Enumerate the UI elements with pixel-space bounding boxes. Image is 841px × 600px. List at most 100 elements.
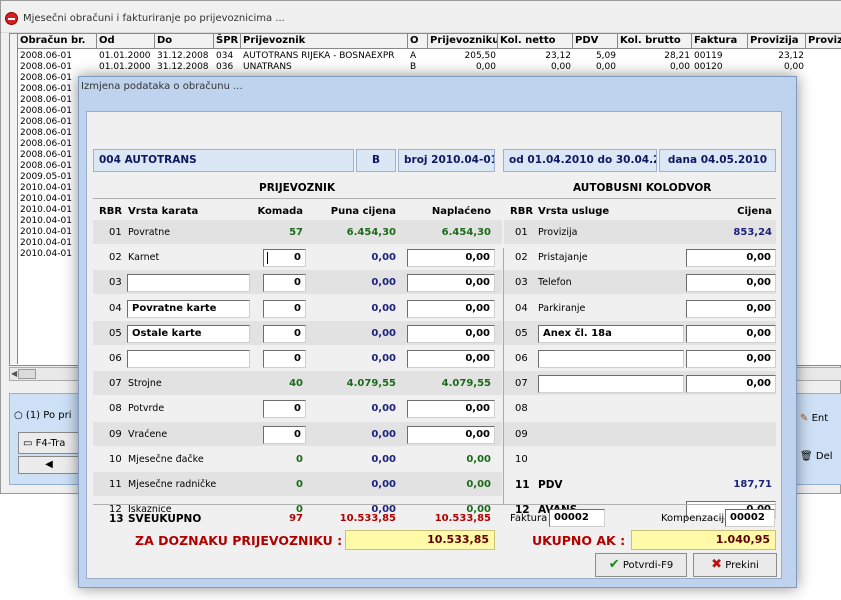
price-input[interactable]: 0,00 (686, 299, 776, 318)
service-type-input[interactable]: Anex čl. 18a (538, 324, 684, 343)
background-window-title: Mjesečni obračuni i fakturiranje po prij… (23, 13, 285, 24)
charged-input[interactable]: 0,00 (407, 299, 495, 318)
quantity-input[interactable]: 0 (263, 400, 306, 419)
table-cell: UNATRANS (243, 62, 292, 72)
scroll-left-icon[interactable]: ◀ (11, 369, 17, 378)
grid-header-2[interactable]: Do (155, 34, 214, 49)
charged-value: 6.454,30 (441, 227, 491, 238)
full-price-value: 0,00 (371, 479, 396, 490)
price-input[interactable]: 0,00 (686, 274, 776, 293)
grid-header-3[interactable]: ŠPR (214, 34, 241, 49)
cancel-button[interactable]: ✖ Prekini (693, 553, 777, 577)
enter-button[interactable]: ✎ Ent (800, 408, 841, 430)
app-icon (5, 12, 18, 25)
f4-button[interactable]: ▭ F4-Tra (18, 432, 80, 454)
quantity-value: 0 (296, 453, 303, 465)
ticket-type-label: Mjesečne radničke (128, 479, 217, 490)
quantity-input[interactable]: 0 (263, 274, 306, 293)
charged-input[interactable]: 0,00 (407, 400, 495, 419)
checkmark-icon: ✔ (608, 557, 620, 572)
quantity-value: 0 (296, 479, 303, 490)
table-row[interactable]: 2008.06-01 01.01.2000 31.12.2008 036 UNATRAN… (10, 62, 841, 73)
grid-header-1[interactable]: Od (97, 34, 155, 49)
ticket-type-input[interactable]: Ostale karte (127, 324, 250, 343)
text-caret (267, 252, 268, 265)
quantity-input[interactable]: 0 (263, 350, 306, 368)
charged-input[interactable]: 0,00 (407, 249, 495, 268)
grid-header-6[interactable]: Prijevozniku (428, 34, 498, 49)
grid-header-8[interactable]: PDV (573, 34, 618, 49)
grid-header-5[interactable]: O (408, 34, 428, 49)
table-cell: 23,12 (778, 51, 804, 61)
quantity-input[interactable]: 0 (263, 425, 306, 444)
price-input[interactable]: 0,00 (686, 375, 776, 394)
charged-input[interactable]: 0,00 (407, 425, 495, 444)
right-row-rbr: 02 (515, 252, 528, 264)
full-price-value: 6.454,30 (346, 227, 396, 238)
right-row-rbr: 08 (515, 403, 528, 415)
right-row-rbr: 09 (515, 428, 528, 440)
service-type-input[interactable] (538, 350, 684, 368)
right-row-stripe (504, 421, 776, 446)
right-row-rbr: 11 (515, 479, 530, 491)
nav-first-button[interactable]: ◀ (18, 456, 80, 474)
delete-button[interactable]: 🗑 Del (800, 446, 841, 468)
table-cell: 034 (216, 51, 234, 61)
invoice-label: Faktura (510, 513, 548, 524)
quantity-input[interactable]: 0 (263, 249, 306, 268)
grid-header-12[interactable]: Proviz. n (806, 34, 841, 49)
service-type-input[interactable] (538, 375, 684, 394)
ticket-type-label: Karnet (128, 252, 160, 264)
radio-icon: ○ (14, 410, 23, 421)
radio-option-po-pri[interactable]: ○ (1) Po pri (14, 410, 78, 421)
trash-icon: 🗑 (800, 451, 813, 462)
table-cell: 0,00 (550, 62, 571, 72)
table-cell: 23,12 (545, 51, 571, 61)
table-cell: 036 (216, 62, 234, 72)
ticket-type-input[interactable] (127, 274, 250, 293)
right-row-rbr: 05 (515, 327, 528, 339)
dialog-title: Izmjena podataka o obračunu ... (81, 81, 243, 92)
charged-input[interactable]: 0,00 (407, 324, 495, 343)
grid-header-0[interactable]: Obračun br. (18, 34, 97, 49)
left-row-rbr: 05 (109, 327, 122, 339)
total-label: SVEUKUPNO (128, 513, 202, 525)
grid-header-10[interactable]: Faktura (692, 34, 748, 49)
right-row-rbr: 07 (515, 378, 528, 390)
grid-header-9[interactable]: Kol. brutto (618, 34, 692, 49)
quantity-input[interactable]: 0 (263, 299, 306, 318)
grid-header-11[interactable]: Provizija (748, 34, 806, 49)
price-value: 853,24 (733, 227, 772, 238)
price-input[interactable]: 0,00 (686, 324, 776, 343)
table-cell: 2008.06-01 (20, 62, 72, 72)
quantity-value: 57 (289, 227, 303, 238)
totals-divider (93, 504, 776, 505)
rows-container: 01 Povratne 57 6.454,30 6.454,30 02 Karnet 0 0,0… (87, 112, 783, 580)
ticket-type-label: Povratne (128, 227, 171, 238)
table-cell: 31.12.2008 (157, 51, 209, 61)
ticket-type-input[interactable]: Povratne karte (127, 299, 250, 318)
price-input[interactable]: 0,00 (686, 350, 776, 368)
invoice-field[interactable]: 00002 (549, 509, 605, 527)
compensation-field[interactable]: 00002 (725, 509, 775, 527)
full-price-value: 4.079,55 (346, 378, 396, 390)
table-row[interactable]: 2008.06-01 01.01.2000 31.12.2008 034 AUTOTRA… (10, 51, 841, 62)
table-cell: 5,09 (595, 51, 616, 61)
table-cell: 0,00 (595, 62, 616, 72)
price-input[interactable]: 0,00 (686, 249, 776, 268)
left-row-rbr: 09 (109, 428, 122, 440)
grid-header-7[interactable]: Kol. netto (498, 34, 573, 49)
full-price-value: 0,00 (371, 252, 396, 264)
quantity-input[interactable]: 0 (263, 324, 306, 343)
grid-header-4[interactable]: Prijevoznik (241, 34, 408, 49)
ticket-type-input[interactable] (127, 350, 250, 368)
confirm-button[interactable]: ✔ Potvrdi-F9 (595, 553, 687, 577)
total-station-label: UKUPNO AK : (532, 533, 626, 548)
table-cell: B (410, 62, 417, 72)
charged-input[interactable]: 0,00 (407, 274, 495, 293)
right-row-rbr: 06 (515, 353, 528, 364)
charged-input[interactable]: 0,00 (407, 350, 495, 368)
scroll-thumb[interactable] (18, 369, 36, 379)
right-row-rbr: 01 (515, 227, 528, 238)
close-icon: ✖ (711, 557, 723, 572)
